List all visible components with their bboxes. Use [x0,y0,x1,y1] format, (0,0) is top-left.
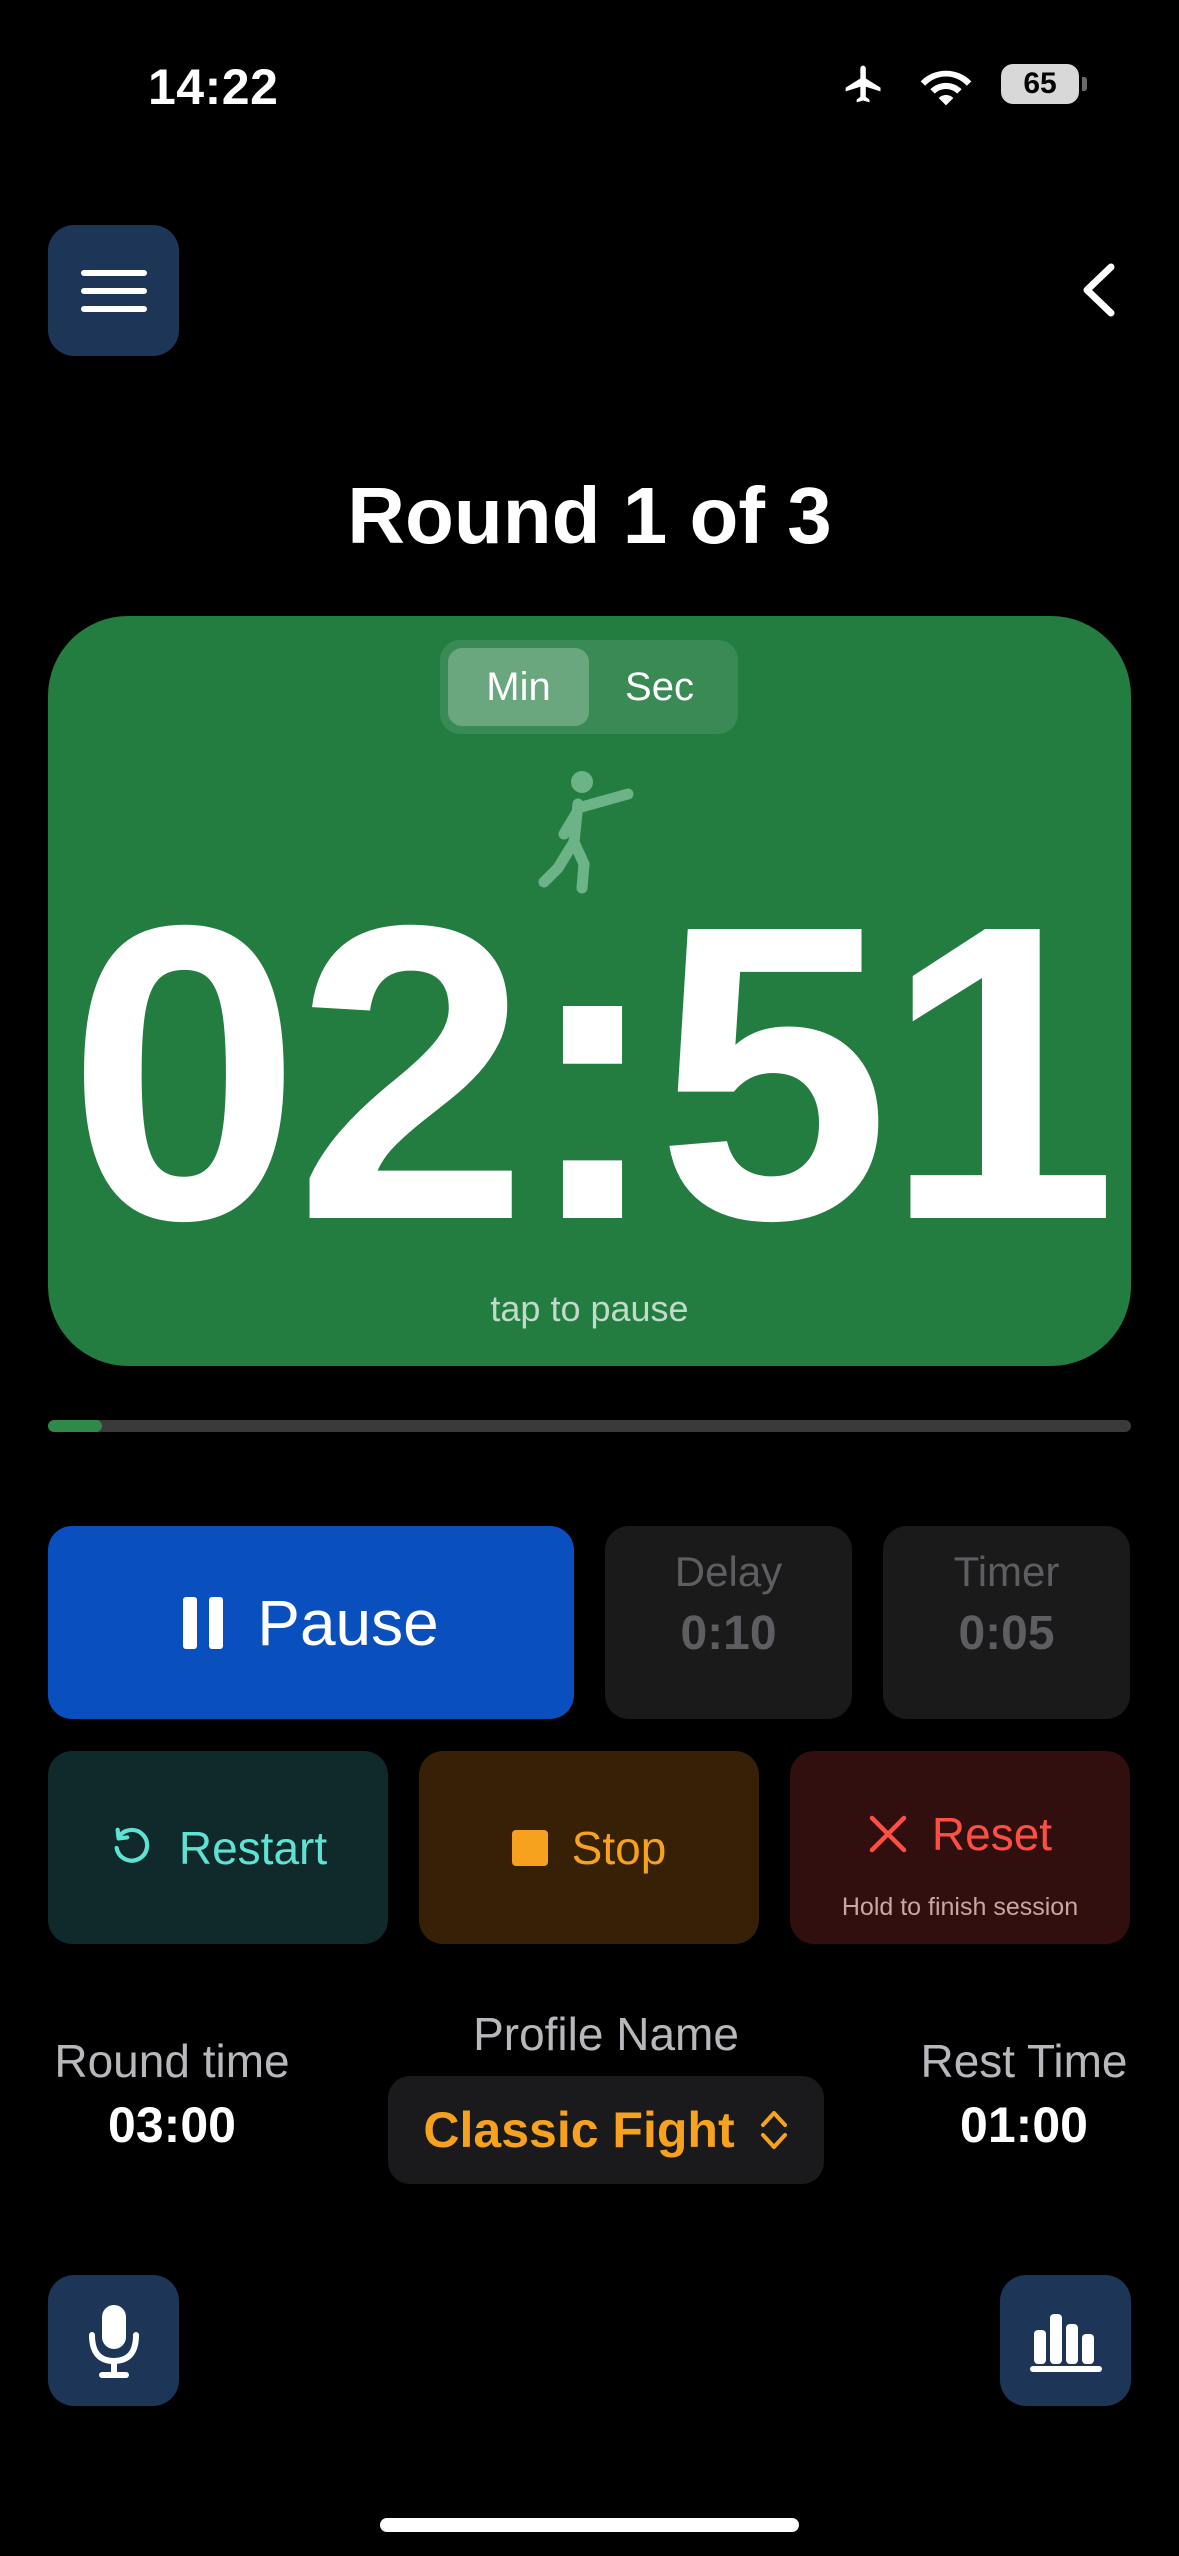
timer-card[interactable]: Min Sec 02:51 tap to pause [48,616,1131,1366]
pause-icon [183,1596,224,1649]
delay-label: Delay [674,1548,783,1595]
round-progress-fill [48,1420,103,1432]
pause-button[interactable]: Pause [48,1526,574,1719]
stop-label: Stop [571,1821,667,1874]
reset-label: Reset [931,1807,1053,1860]
stats-button[interactable] [1000,2275,1131,2406]
airplane-icon [845,65,881,103]
microphone-button[interactable] [48,2275,179,2406]
delay-value: 0:10 [680,1607,777,1660]
pause-label: Pause [257,1586,439,1659]
battery-icon: 65 [1001,64,1087,104]
home-indicator[interactable] [380,2518,799,2532]
timer-label: Timer [953,1548,1060,1595]
restart-icon [114,1827,150,1863]
status-icons: 65 [837,62,1087,106]
stats-icon [1029,2313,1102,2372]
profile-value: Classic Fight [423,2102,735,2158]
restart-label: Restart [178,1821,328,1874]
wifi-icon [920,70,972,106]
menu-icon [80,269,147,312]
battery-level: 65 [1023,67,1057,100]
round-title: Round 1 of 3 [347,471,832,560]
reset-button[interactable]: Reset Hold to finish session [790,1751,1130,1944]
updown-chevron-icon [760,2111,787,2149]
delay-box[interactable]: Delay 0:10 [605,1526,852,1719]
restart-button[interactable]: Restart [48,1751,388,1944]
rest-time-info: Rest Time 01:00 [900,2034,1148,2154]
profile-selector[interactable]: Classic Fight [388,2076,824,2184]
countdown-time[interactable]: 02:51 [48,864,1131,1284]
tap-hint: tap to pause [490,1288,689,1329]
back-chevron-icon [1083,263,1115,317]
rest-time-label: Rest Time [920,2035,1128,2087]
back-button[interactable] [1059,250,1139,330]
status-time: 14:22 [148,59,279,115]
round-time-label: Round time [54,2035,290,2087]
rest-time-value: 01:00 [960,2097,1088,2153]
unit-min-option[interactable]: Min [448,648,589,726]
round-progress-bar [48,1420,1131,1432]
round-time-info: Round time 03:00 [48,2034,296,2154]
unit-sec-option[interactable]: Sec [589,648,730,726]
timer-box[interactable]: Timer 0:05 [883,1526,1130,1719]
reset-hint: Hold to finish session [841,1893,1079,1921]
profile-label: Profile Name [473,2008,739,2060]
stop-button[interactable]: Stop [419,1751,759,1944]
round-time-value: 03:00 [108,2097,236,2153]
unit-toggle[interactable]: Min Sec [440,640,738,734]
close-icon [869,1815,907,1852]
menu-button[interactable] [48,225,179,356]
stop-icon [511,1829,548,1866]
microphone-icon [88,2304,139,2378]
timer-value: 0:05 [958,1607,1055,1660]
